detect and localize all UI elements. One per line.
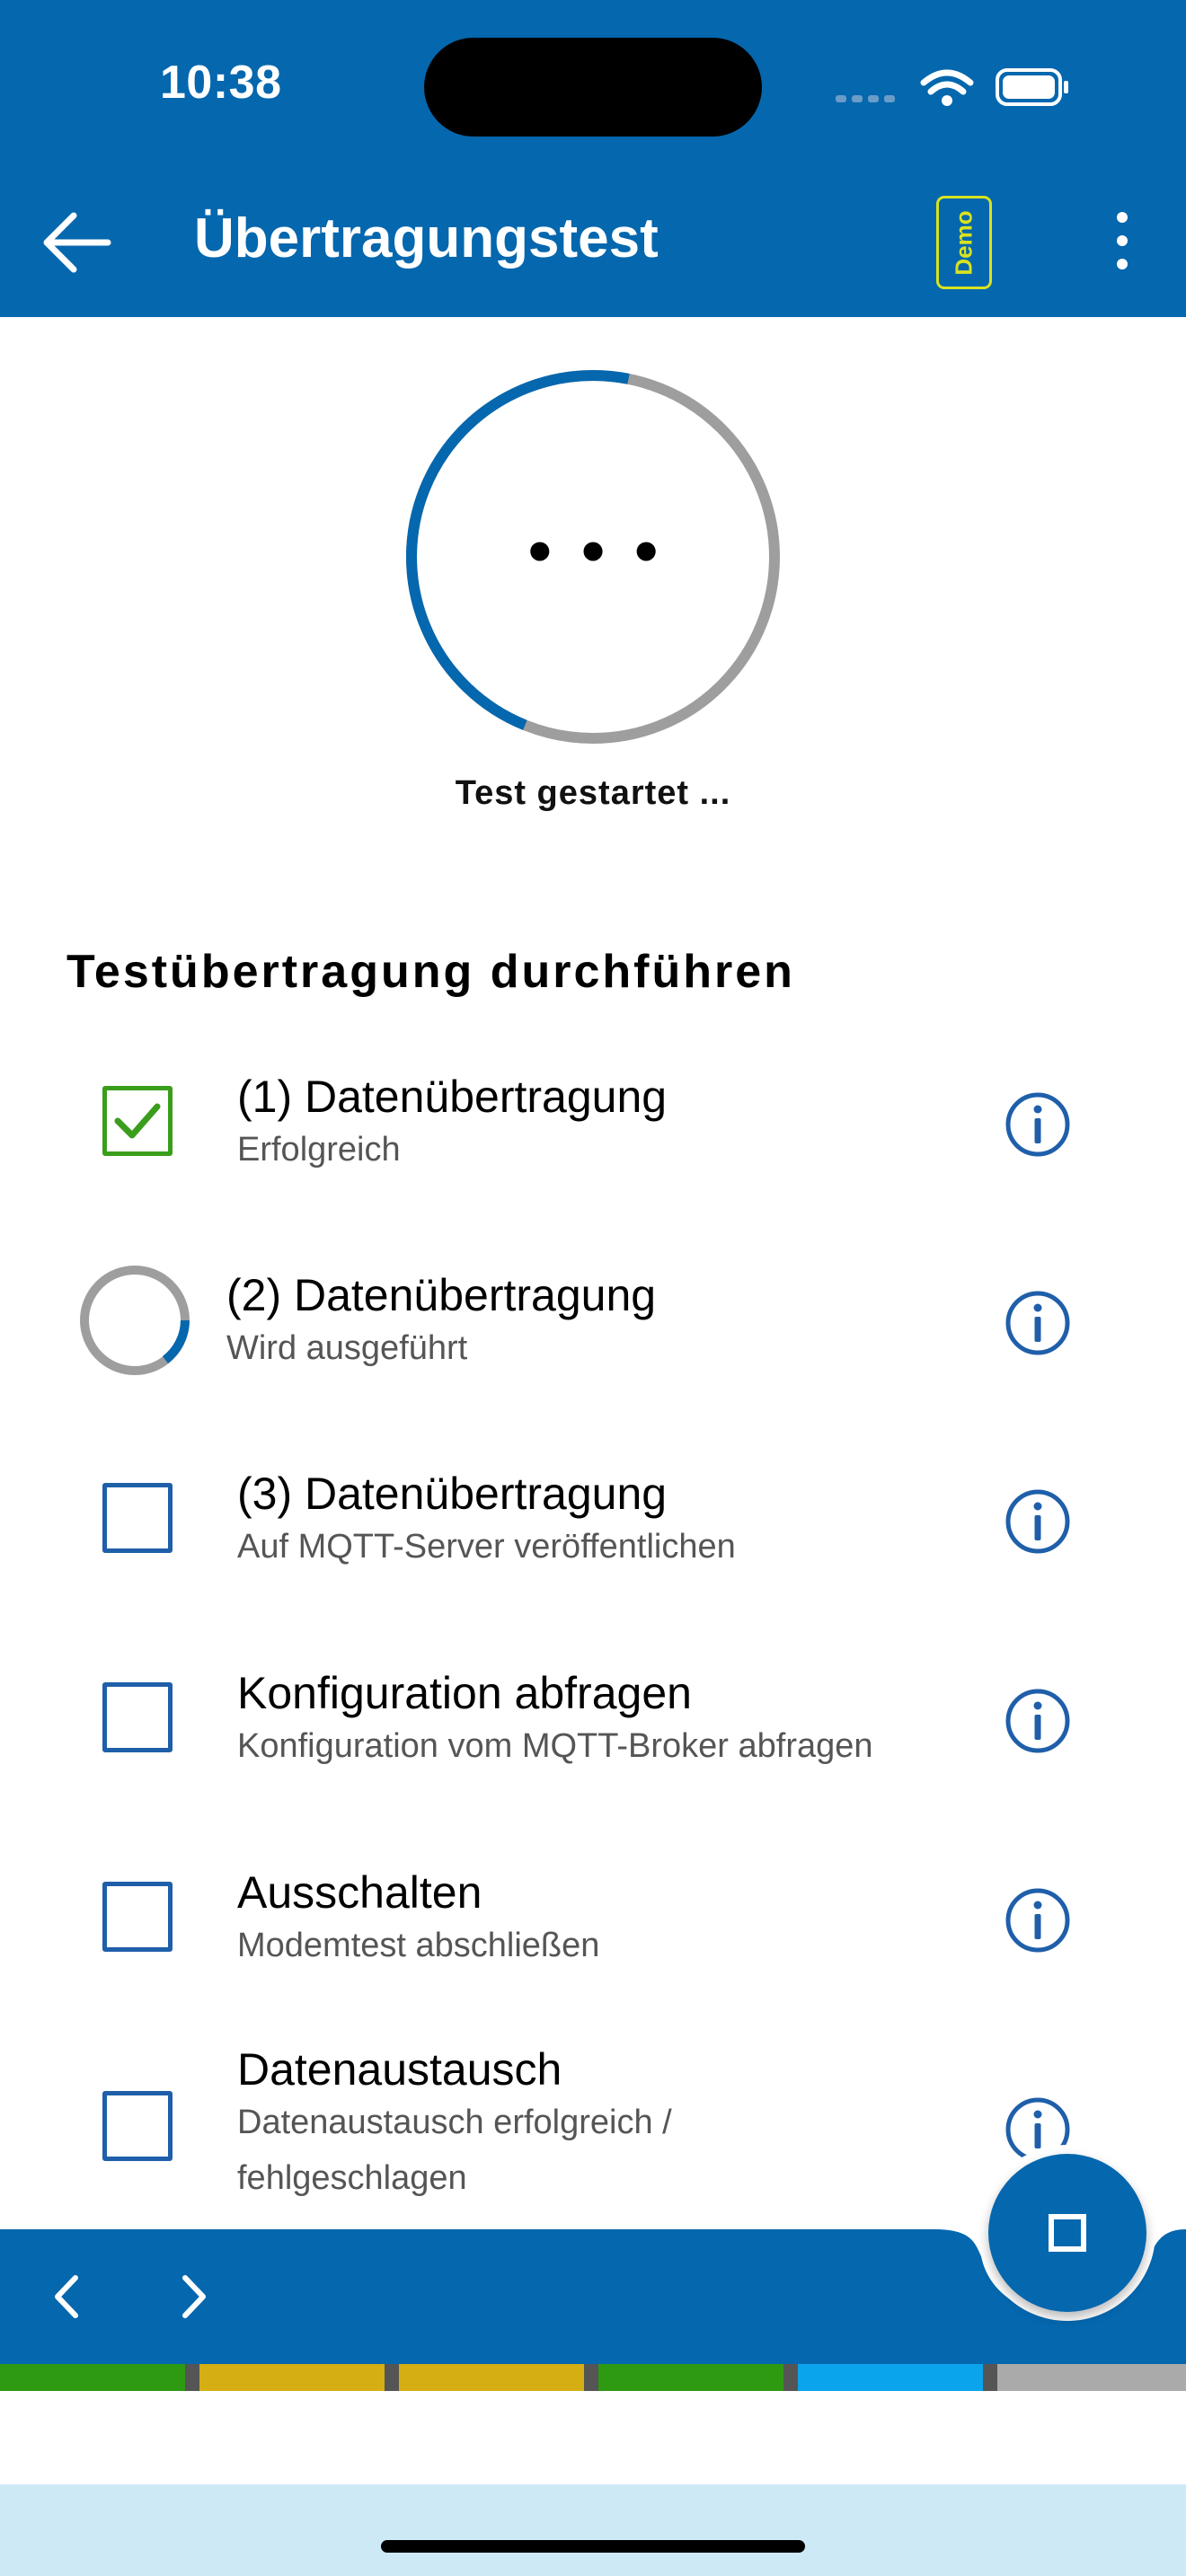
step-title: (2) Datenübertragung <box>226 1270 657 1320</box>
stop-button[interactable] <box>988 2154 1146 2312</box>
progress-ring: • • • <box>406 370 780 744</box>
info-icon[interactable] <box>1003 1486 1073 1557</box>
checkmark-icon <box>114 1103 161 1139</box>
step-title: Datenaustausch <box>237 2044 562 2095</box>
checkbox[interactable] <box>102 1682 173 1752</box>
cellular-signal-icon <box>836 95 895 102</box>
strip-segment <box>0 2364 185 2391</box>
demo-badge: Demo <box>936 196 992 289</box>
step-subtitle: Erfolgreich <box>237 1131 401 1169</box>
dynamic-island <box>424 38 762 137</box>
strip-segment <box>199 2364 385 2391</box>
step-title: (1) Datenübertragung <box>237 1072 668 1122</box>
step-item: Konfiguration abfragen Konfiguration vom… <box>0 1661 1186 1822</box>
strip-divider <box>584 2364 598 2391</box>
demo-badge-label: Demo <box>950 209 978 276</box>
strip-segment <box>399 2364 584 2391</box>
loading-spinner-icon <box>80 1266 190 1375</box>
info-icon[interactable] <box>1003 1090 1073 1160</box>
checkbox-done[interactable] <box>102 1086 173 1156</box>
section-title: Testübertragung durchführen <box>66 946 795 998</box>
step-subtitle: Konfiguration vom MQTT-Broker abfragen <box>237 1727 873 1765</box>
step-item: (2) Datenübertragung Wird ausgeführt <box>0 1263 1186 1425</box>
step-title: Konfiguration abfragen <box>237 1668 692 1718</box>
ring-dots: • • • <box>523 522 664 585</box>
strip-divider <box>783 2364 798 2391</box>
checkbox[interactable] <box>102 1882 173 1952</box>
stop-icon <box>1049 2214 1086 2252</box>
status-time: 10:38 <box>160 57 282 109</box>
back-arrow-icon[interactable] <box>36 202 117 283</box>
strip-segment <box>598 2364 783 2391</box>
status-icons <box>836 68 1068 106</box>
app-header: 10:38 Übertragungstest Demo <box>0 0 1186 317</box>
checkbox[interactable] <box>102 2091 173 2161</box>
step-subtitle: Modemtest abschließen <box>237 1927 600 1964</box>
battery-icon <box>996 68 1068 106</box>
step-item: (3) Datenübertragung Auf MQTT-Server ver… <box>0 1461 1186 1623</box>
wifi-icon <box>920 69 974 95</box>
more-vertical-icon[interactable] <box>1101 208 1144 273</box>
home-indicator[interactable] <box>381 2540 805 2553</box>
step-item: Ausschalten Modemtest abschließen <box>0 1860 1186 2022</box>
step-subtitle: Datenaustausch erfolgreich / fehlgeschla… <box>237 2104 672 2197</box>
step-item: (1) Datenübertragung Erfolgreich <box>0 1064 1186 1226</box>
strip-segment <box>798 2364 983 2391</box>
step-subtitle: Auf MQTT-Server veröffentlichen <box>237 1528 736 1566</box>
step-subtitle: Wird ausgeführt <box>226 1329 468 1367</box>
step-title: (3) Datenübertragung <box>237 1469 668 1519</box>
chevron-right-icon[interactable] <box>158 2267 230 2326</box>
status-color-strip <box>0 2364 1186 2391</box>
info-icon[interactable] <box>1003 1288 1073 1358</box>
info-icon[interactable] <box>1003 1686 1073 1756</box>
info-icon[interactable] <box>1003 1885 1073 1955</box>
strip-divider <box>385 2364 399 2391</box>
step-title: Ausschalten <box>237 1867 482 1918</box>
chevron-left-icon[interactable] <box>31 2267 102 2326</box>
checkbox[interactable] <box>102 1483 173 1553</box>
strip-segment <box>997 2364 1186 2391</box>
test-status-label: Test gestartet ... <box>455 774 731 812</box>
page-title: Übertragungstest <box>194 207 659 269</box>
strip-divider <box>983 2364 997 2391</box>
footer-band <box>0 2484 1186 2576</box>
strip-divider <box>185 2364 199 2391</box>
